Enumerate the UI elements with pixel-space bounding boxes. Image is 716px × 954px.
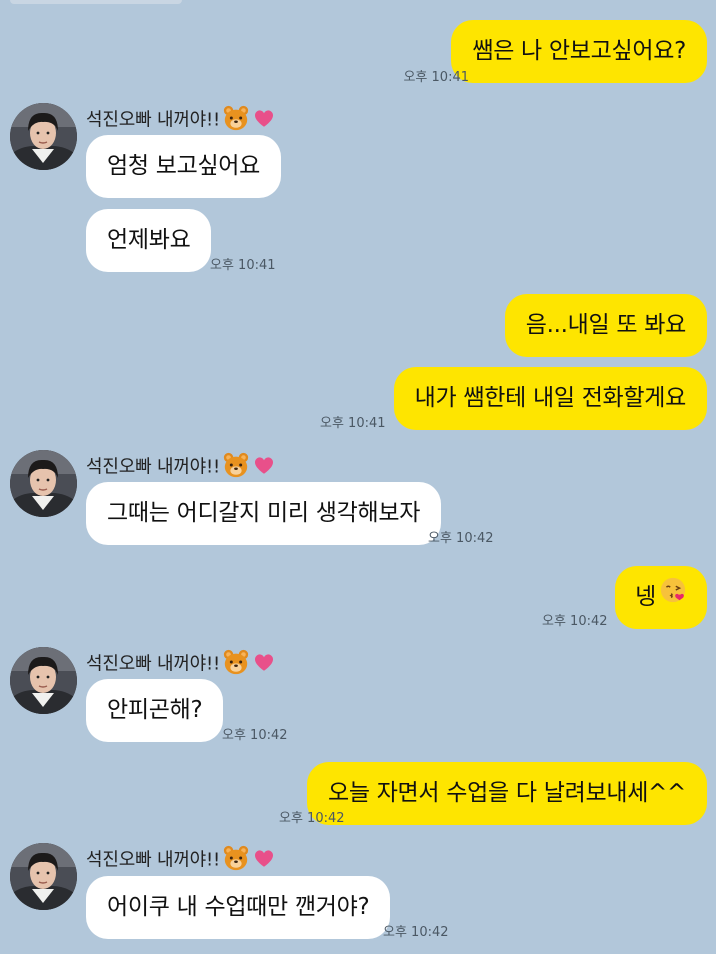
message-row-9: 어이쿠 내 수업때만 깬거야? 오후 10:42 [0,876,716,940]
incoming-message-bubble[interactable]: 안피곤해? [86,679,224,742]
message-row-1: 엄청 보고싶어요 [0,135,716,199]
message-time: 오후 10:42 [383,925,449,940]
bear-face-icon [222,648,250,681]
message-row-8: 오늘 자면서 수업을 다 날려보내세^^ 오후 10:42 [0,762,716,826]
message-time: 오후 10:42 [428,531,494,546]
message-row-4: 내가 쌤한테 내일 전화할게요 오후 10:41 [0,367,716,431]
incoming-message-bubble[interactable]: 엄청 보고싶어요 [86,135,282,198]
outgoing-message-bubble[interactable]: 오늘 자면서 수업을 다 날려보내세^^ [306,762,707,825]
friend-name: 석진오빠 내꺼야!! [86,451,276,484]
outgoing-message-bubble[interactable]: 음...내일 또 봐요 [504,294,707,357]
message-row-3: 음...내일 또 봐요 [0,294,716,358]
bear-face-icon [222,451,250,484]
message-row-5: 그때는 어디갈지 미리 생각해보자 오후 10:42 [0,482,716,546]
message-row-2: 언제봐요 오후 10:41 [0,209,716,273]
incoming-message-bubble[interactable]: 언제봐요 [86,209,212,272]
bear-face-icon [222,844,250,877]
friend-name: 석진오빠 내꺼야!! [86,648,276,681]
friend-name: 석진오빠 내꺼야!! [86,104,276,137]
message-time: 오후 10:42 [222,728,288,743]
outgoing-message-bubble[interactable]: 내가 쌤한테 내일 전화할게요 [393,367,707,430]
message-time: 오후 10:42 [542,614,608,629]
incoming-message-bubble[interactable]: 그때는 어디갈지 미리 생각해보자 [86,482,442,545]
message-row-0: 쌤은 나 안보고싶어요? 오후 10:41 [0,20,716,85]
pink-heart-icon [252,650,276,679]
message-row-6: 넹 오후 10:42 [0,566,716,630]
friend-name: 석진오빠 내꺼야!! [86,844,276,877]
message-time: 오후 10:41 [403,70,469,85]
outgoing-message-bubble[interactable]: 넹 [615,566,707,629]
incoming-message-bubble[interactable]: 어이쿠 내 수업때만 깬거야? [86,876,391,939]
message-time: 오후 10:41 [320,416,386,431]
outgoing-message-bubble[interactable]: 쌤은 나 안보고싶어요? [451,20,707,83]
face-blowing-kiss-icon [659,566,687,629]
bear-face-icon [222,104,250,137]
pink-heart-icon [252,453,276,482]
message-time: 오후 10:41 [210,258,276,273]
message-time: 오후 10:42 [279,811,345,826]
pink-heart-icon [252,846,276,875]
message-row-7: 안피곤해? 오후 10:42 [0,679,716,743]
previous-message-edge [10,0,182,4]
pink-heart-icon [252,106,276,135]
